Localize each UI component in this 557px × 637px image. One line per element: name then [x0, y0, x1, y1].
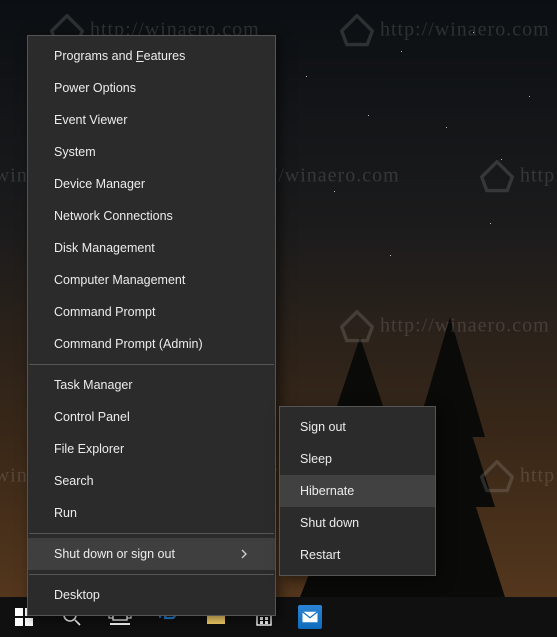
- menu-item-run[interactable]: Run: [28, 497, 275, 529]
- menu-item-power-options[interactable]: Power Options: [28, 72, 275, 104]
- menu-item-device-manager[interactable]: Device Manager: [28, 168, 275, 200]
- menu-item-label: Disk Management: [54, 241, 155, 255]
- chevron-right-icon: [239, 549, 249, 559]
- power-user-menu: Programs and Features Power Options Even…: [27, 35, 276, 616]
- menu-separator: [29, 533, 274, 534]
- submenu-item-label: Restart: [300, 548, 340, 562]
- menu-item-label: Computer Management: [54, 273, 185, 287]
- menu-separator: [29, 574, 274, 575]
- shutdown-submenu: Sign out Sleep Hibernate Shut down Resta…: [279, 406, 436, 576]
- menu-item-shut-down-or-sign-out[interactable]: Shut down or sign out: [28, 538, 275, 570]
- menu-item-network-connections[interactable]: Network Connections: [28, 200, 275, 232]
- menu-item-command-prompt[interactable]: Command Prompt: [28, 296, 275, 328]
- menu-item-system[interactable]: System: [28, 136, 275, 168]
- submenu-item-label: Sleep: [300, 452, 332, 466]
- menu-item-label: Task Manager: [54, 378, 133, 392]
- menu-item-label: Device Manager: [54, 177, 145, 191]
- menu-item-label: Network Connections: [54, 209, 173, 223]
- submenu-item-sign-out[interactable]: Sign out: [280, 411, 435, 443]
- menu-item-label: File Explorer: [54, 442, 124, 456]
- menu-item-label: Shut down or sign out: [54, 547, 175, 561]
- menu-separator: [29, 364, 274, 365]
- menu-item-event-viewer[interactable]: Event Viewer: [28, 104, 275, 136]
- menu-item-label: Programs and Features: [54, 49, 185, 63]
- submenu-item-shut-down[interactable]: Shut down: [280, 507, 435, 539]
- menu-item-disk-management[interactable]: Disk Management: [28, 232, 275, 264]
- menu-item-command-prompt-admin[interactable]: Command Prompt (Admin): [28, 328, 275, 360]
- menu-item-task-manager[interactable]: Task Manager: [28, 369, 275, 401]
- submenu-item-label: Shut down: [300, 516, 359, 530]
- menu-item-computer-management[interactable]: Computer Management: [28, 264, 275, 296]
- menu-item-label: Run: [54, 506, 77, 520]
- menu-item-control-panel[interactable]: Control Panel: [28, 401, 275, 433]
- submenu-item-restart[interactable]: Restart: [280, 539, 435, 571]
- menu-item-label: Command Prompt (Admin): [54, 337, 203, 351]
- menu-item-label: Control Panel: [54, 410, 130, 424]
- submenu-item-label: Hibernate: [300, 484, 354, 498]
- menu-item-file-explorer[interactable]: File Explorer: [28, 433, 275, 465]
- menu-item-label: System: [54, 145, 96, 159]
- submenu-item-hibernate[interactable]: Hibernate: [280, 475, 435, 507]
- menu-item-label: Power Options: [54, 81, 136, 95]
- menu-item-search[interactable]: Search: [28, 465, 275, 497]
- menu-item-programs-and-features[interactable]: Programs and Features: [28, 40, 275, 72]
- submenu-item-sleep[interactable]: Sleep: [280, 443, 435, 475]
- menu-item-label: Command Prompt: [54, 305, 155, 319]
- menu-item-label: Event Viewer: [54, 113, 127, 127]
- menu-item-label: Desktop: [54, 588, 100, 602]
- taskbar-app-mail[interactable]: [288, 597, 332, 637]
- menu-item-desktop[interactable]: Desktop: [28, 579, 275, 611]
- submenu-item-label: Sign out: [300, 420, 346, 434]
- menu-item-label: Search: [54, 474, 94, 488]
- mail-icon: [298, 605, 322, 629]
